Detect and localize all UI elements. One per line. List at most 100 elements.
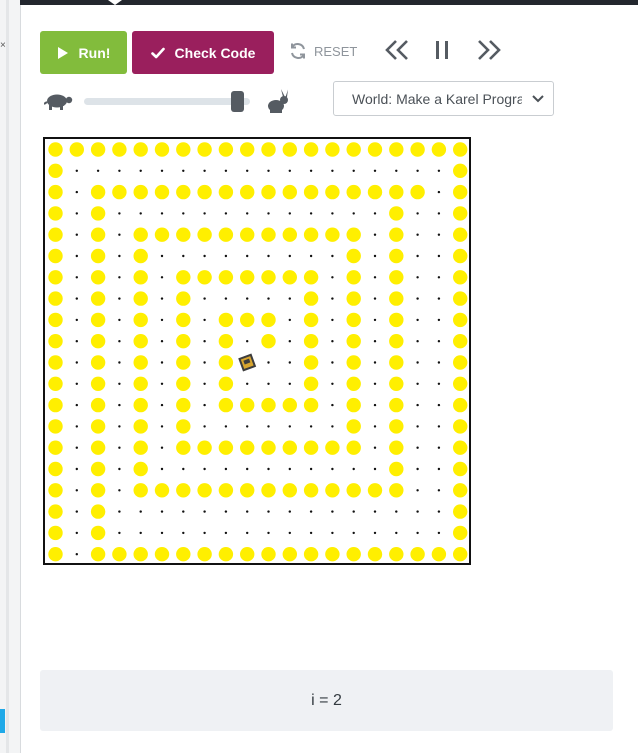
- beeper: [48, 142, 63, 157]
- grid-dot: [118, 403, 121, 407]
- beeper: [453, 227, 468, 242]
- beeper: [346, 270, 361, 285]
- collapse-icon[interactable]: ×: [0, 40, 6, 51]
- check-code-label: Check Code: [174, 44, 256, 61]
- refresh-icon: [291, 43, 305, 59]
- beeper: [90, 461, 106, 477]
- grid-dot: [416, 254, 419, 258]
- pause-button[interactable]: [433, 38, 451, 67]
- world-select[interactable]: World: Make a Karel Program: [333, 81, 554, 116]
- karel-robot: [238, 353, 257, 372]
- grid-dot: [416, 318, 419, 322]
- grid-dot: [288, 361, 291, 364]
- beeper: [48, 440, 63, 455]
- grid-dot: [160, 425, 164, 428]
- beeper: [48, 184, 63, 200]
- grid-dot: [331, 297, 334, 300]
- grid-dot: [246, 169, 249, 172]
- beeper: [176, 291, 191, 306]
- grid-dot: [203, 361, 206, 364]
- grid-dot: [288, 254, 291, 258]
- beeper: [133, 312, 148, 328]
- grid-dot: [246, 254, 249, 258]
- grid-dot: [437, 318, 441, 322]
- check-code-button[interactable]: Check Code: [132, 31, 274, 74]
- beeper: [346, 142, 361, 157]
- beeper: [90, 376, 106, 391]
- beeper: [453, 419, 468, 434]
- grid-dot: [416, 297, 419, 300]
- checkmark-icon: [150, 47, 165, 58]
- beeper: [176, 312, 191, 328]
- step-forward-button[interactable]: [476, 38, 502, 67]
- beeper: [453, 163, 468, 178]
- grid-dot: [75, 169, 78, 172]
- beeper: [261, 547, 276, 562]
- world-select-value: World: Make a Karel Program: [352, 90, 522, 107]
- reset-button[interactable]: RESET: [288, 40, 357, 62]
- beeper: [48, 376, 63, 391]
- grid-dot: [437, 212, 441, 215]
- play-icon: [57, 46, 68, 59]
- step-back-button[interactable]: [384, 38, 410, 67]
- grid-dot: [416, 446, 419, 449]
- beeper: [176, 419, 191, 434]
- grid-dot: [416, 169, 419, 172]
- beeper: [303, 547, 319, 562]
- beeper: [154, 547, 170, 562]
- grid-dot: [352, 467, 355, 471]
- beeper: [303, 291, 319, 306]
- beeper: [218, 312, 234, 328]
- beeper: [197, 483, 212, 498]
- beeper: [303, 483, 319, 498]
- beeper: [133, 419, 148, 434]
- run-button[interactable]: Run!: [40, 31, 127, 74]
- left-scrollbar[interactable]: [6, 0, 9, 753]
- speed-slider[interactable]: [84, 98, 250, 105]
- grid-dot: [203, 467, 206, 471]
- grid-dot: [373, 233, 377, 236]
- grid-dot: [267, 510, 270, 513]
- beeper: [133, 461, 148, 477]
- grid-dot: [437, 233, 441, 236]
- grid-dot: [246, 382, 249, 385]
- grid-dot: [75, 531, 78, 535]
- grid-dot: [373, 340, 377, 343]
- grid-dot: [75, 489, 78, 492]
- turtle-icon: [44, 94, 73, 110]
- grid-dot: [160, 510, 164, 513]
- speed-slider-handle[interactable]: [231, 91, 244, 112]
- grid-dot: [309, 212, 313, 215]
- karel-world-grid: [43, 137, 471, 565]
- beeper: [346, 355, 361, 370]
- beeper: [197, 227, 212, 242]
- grid-dot: [331, 340, 334, 343]
- beeper: [453, 184, 468, 200]
- beeper: [90, 312, 106, 328]
- grid-dot: [373, 297, 377, 300]
- beeper: [303, 397, 319, 413]
- grid-dot: [437, 425, 441, 428]
- grid-dot: [160, 361, 164, 364]
- grid-dot: [331, 276, 334, 279]
- grid-dot: [182, 254, 185, 258]
- beeper: [90, 397, 106, 413]
- beeper: [389, 334, 404, 349]
- beeper: [346, 483, 361, 498]
- grid-dot: [118, 318, 121, 322]
- grid-dot: [182, 510, 185, 513]
- beeper: [367, 483, 383, 498]
- beeper: [90, 419, 106, 434]
- beeper: [431, 142, 447, 157]
- run-label: Run!: [78, 44, 111, 61]
- beeper: [261, 184, 276, 200]
- beeper: [367, 184, 383, 200]
- beeper: [346, 376, 361, 391]
- beeper: [154, 184, 170, 200]
- grid-dot: [416, 489, 419, 492]
- beeper: [389, 547, 404, 562]
- beeper: [240, 397, 255, 413]
- grid-dot: [182, 467, 185, 471]
- grid-dot: [224, 169, 228, 172]
- beeper: [48, 355, 63, 370]
